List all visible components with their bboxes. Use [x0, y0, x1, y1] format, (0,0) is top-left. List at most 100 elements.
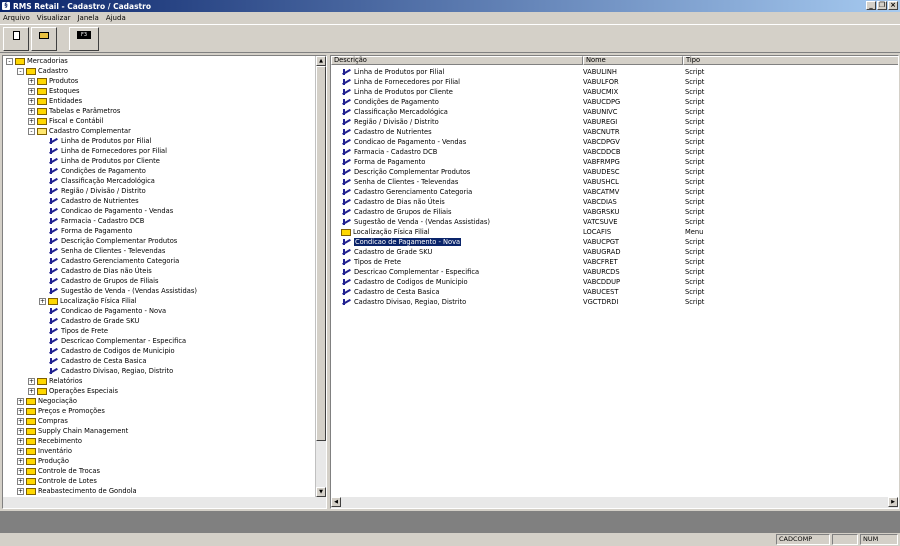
expand-icon[interactable]: + [28, 377, 35, 385]
tree-node[interactable]: Cadastro Gerenciamento Categoria [48, 256, 179, 266]
list-row[interactable]: Condicao de Pagamento - Vendas VABCDPGV Sc… [331, 137, 891, 147]
expand-icon[interactable]: + [17, 437, 24, 445]
list-row[interactable]: Senha de Clientes - Televendas VABUSHCL Sc… [331, 177, 891, 187]
list-row[interactable]: Cadastro de Grupos de Filiais VABGRSKU Scr… [331, 207, 891, 217]
tree-node[interactable]: Cadastro de Nutrientes [48, 196, 139, 206]
tree-node[interactable]: Cadastro de Dias não Úteis [48, 266, 152, 276]
expand-icon[interactable]: + [28, 87, 35, 95]
tree-node[interactable]: - Cadastro Complementar [28, 126, 131, 136]
tree-node[interactable]: Senha de Clientes - Televendas [48, 246, 165, 256]
list-row[interactable]: Farmacia - Cadastro DCB VABCDDCB Script [331, 147, 891, 157]
tree-node[interactable]: Forma de Pagamento [48, 226, 132, 236]
expand-icon[interactable]: + [17, 447, 24, 455]
tree-node[interactable]: Cadastro de Grupos de Filiais [48, 276, 159, 286]
tree-node[interactable]: + Estoques [28, 86, 80, 96]
restore-icon[interactable]: ❐ [877, 1, 887, 10]
list-row[interactable]: Cadastro Gerenciamento Categoria VABCATMV… [331, 187, 891, 197]
open-button[interactable] [31, 27, 57, 51]
tree-node[interactable]: + Tabelas e Parâmetros [28, 106, 120, 116]
scroll-up-icon[interactable]: ▲ [316, 56, 326, 66]
tree-node[interactable]: Linha de Fornecedores por Filial [48, 146, 167, 156]
list-row[interactable]: Condicao de Pagamento - Nova VABUCPGT Scri… [331, 237, 891, 247]
tree-node[interactable]: + Produção [17, 456, 69, 466]
expand-icon[interactable]: + [39, 297, 46, 305]
list-row[interactable]: Localização Física Filial LOCAFIS Menu [331, 227, 891, 237]
menu-janela[interactable]: Janela [77, 14, 98, 22]
tree-node[interactable]: - Cadastro [17, 66, 68, 76]
list-row[interactable]: Linha de Produtos por Filial VABULINH Scri… [331, 67, 891, 77]
list-row[interactable]: Cadastro de Cesta Basica VABUCEST Script [331, 287, 891, 297]
tree-node[interactable]: + Relatórios [28, 376, 82, 386]
tree-node[interactable]: Cadastro de Cesta Basica [48, 356, 146, 366]
tree-node[interactable]: Farmacia - Cadastro DCB [48, 216, 144, 226]
new-button[interactable] [3, 27, 29, 51]
expand-icon[interactable]: + [17, 477, 24, 485]
minimize-icon[interactable]: _ [866, 1, 876, 10]
tree-node[interactable]: + Entidades [28, 96, 82, 106]
list-row[interactable]: Forma de Pagamento VABFRMPG Script [331, 157, 891, 167]
expand-icon[interactable]: + [17, 397, 24, 405]
expand-icon[interactable]: + [17, 427, 24, 435]
tree-node[interactable]: Sugestão de Venda - (Vendas Assistidas) [48, 286, 197, 296]
list-row[interactable]: Descricao Complementar - Especifica VABUR… [331, 267, 891, 277]
list-row[interactable]: Cadastro de Dias não Úteis VABCDIAS Script [331, 197, 891, 207]
list-row[interactable]: Condições de Pagamento VABUCDPG Script [331, 97, 891, 107]
expand-icon[interactable]: + [17, 487, 24, 495]
tree-node[interactable]: + Inventário [17, 446, 72, 456]
tree-node[interactable]: + Reabastecimento de Gondola [17, 486, 137, 496]
tree-node[interactable]: + Fiscal e Contábil [28, 116, 103, 126]
list-row[interactable]: Cadastro de Codigos de Municipio VABCDDUP… [331, 277, 891, 287]
tree-node[interactable]: Condicao de Pagamento - Nova [48, 306, 166, 316]
tree-scroll-thumb[interactable] [316, 66, 326, 441]
collapse-icon[interactable]: - [17, 67, 24, 75]
scroll-down-icon[interactable]: ▼ [316, 487, 326, 497]
tree-node[interactable]: Cadastro de Codigos de Municipio [48, 346, 175, 356]
tree-node[interactable]: + Controle de Lotes [17, 476, 97, 486]
collapse-icon[interactable]: - [28, 127, 35, 135]
tree-node[interactable]: Linha de Produtos por Cliente [48, 156, 160, 166]
collapse-icon[interactable]: - [6, 57, 13, 65]
tree-node[interactable]: + Negociação [17, 396, 77, 406]
tree-node[interactable]: - Mercadorias [6, 56, 68, 66]
list-horizontal-scrollbar[interactable]: ◀ ▶ [331, 497, 898, 508]
expand-icon[interactable]: + [28, 97, 35, 105]
f3-button[interactable]: F3 [69, 27, 99, 51]
column-header-descricao[interactable]: Descrição [331, 56, 583, 65]
list-row[interactable]: Linha de Fornecedores por Filial VABULFOR… [331, 77, 891, 87]
expand-icon[interactable]: + [17, 407, 24, 415]
close-icon[interactable]: × [888, 1, 898, 10]
tree-node[interactable]: Classificação Mercadológica [48, 176, 155, 186]
expand-icon[interactable]: + [17, 467, 24, 475]
tree-node[interactable]: Descrição Complementar Produtos [48, 236, 177, 246]
list-row[interactable]: Cadastro de Nutrientes VABCNUTR Script [331, 127, 891, 137]
menu-arquivo[interactable]: Arquivo [3, 14, 30, 22]
tree-node[interactable]: Condições de Pagamento [48, 166, 146, 176]
tree-node[interactable]: + Preços e Promoções [17, 406, 105, 416]
tree-node[interactable]: Descricao Complementar - Especifica [48, 336, 186, 346]
menu-visualizar[interactable]: Visualizar [37, 14, 71, 22]
tree-node[interactable]: + Operações Especiais [28, 386, 118, 396]
scroll-left-icon[interactable]: ◀ [331, 497, 341, 507]
list-row[interactable]: Classificação Mercadológica VABUNIVC Scrip… [331, 107, 891, 117]
column-header-tipo[interactable]: Tipo [683, 56, 898, 65]
menu-ajuda[interactable]: Ajuda [106, 14, 126, 22]
list-row[interactable]: Cadastro Divisao, Regiao, Distrito VGCTDR… [331, 297, 891, 307]
expand-icon[interactable]: + [28, 77, 35, 85]
tree-node[interactable]: + Controle de Trocas [17, 466, 100, 476]
list-row[interactable]: Região / Divisão / Distrito VABUREGI Scrip… [331, 117, 891, 127]
expand-icon[interactable]: + [28, 117, 35, 125]
expand-icon[interactable]: + [17, 457, 24, 465]
tree-vertical-scrollbar[interactable]: ▲ ▼ [315, 56, 326, 497]
list-row[interactable]: Cadastro de Grade SKU VABUGRAD Script [331, 247, 891, 257]
tree-node[interactable]: Região / Divisão / Distrito [48, 186, 146, 196]
tree-node[interactable]: + Produtos [28, 76, 78, 86]
tree-node[interactable]: Tipos de Frete [48, 326, 108, 336]
tree-node[interactable]: + Compras [17, 416, 68, 426]
tree-node[interactable]: Condicao de Pagamento - Vendas [48, 206, 173, 216]
tree-node[interactable]: Linha de Produtos por Filial [48, 136, 151, 146]
expand-icon[interactable]: + [17, 417, 24, 425]
tree-node[interactable]: Cadastro Divisao, Regiao, Distrito [48, 366, 173, 376]
scroll-right-icon[interactable]: ▶ [888, 497, 898, 507]
expand-icon[interactable]: + [28, 387, 35, 395]
tree-node[interactable]: + Supply Chain Management [17, 426, 128, 436]
